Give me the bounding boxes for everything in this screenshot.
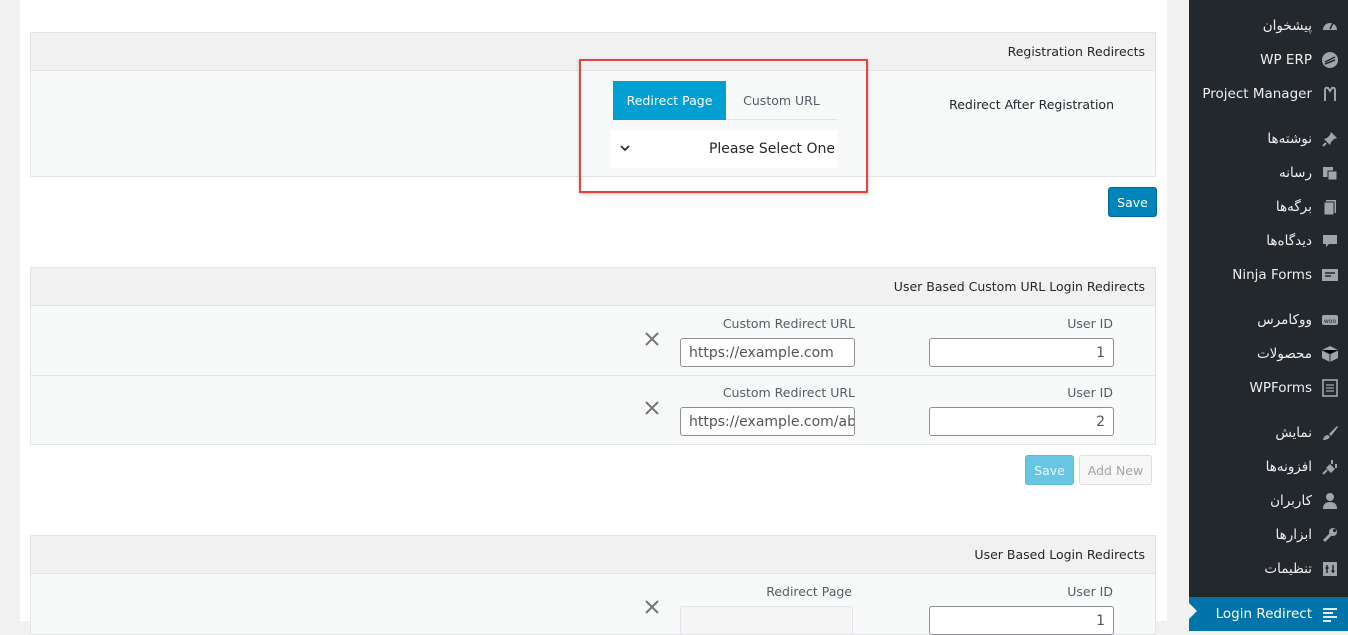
sidebar-item-label: افزونه‌ها [1265,459,1312,475]
pin-icon [1320,129,1340,149]
box-icon [1320,344,1340,364]
user-id-label: User ID [1067,584,1113,599]
table-row: User ID 1 Redirect Page [31,574,1155,635]
sidebar-item-posts[interactable]: نوشته‌ها [1189,122,1348,156]
admin-sidebar: پیشخوان WP ERP Project Manager نوشته‌ها … [1189,0,1348,631]
custom-redirect-url-input[interactable]: https://example.com [680,338,855,367]
redirect-after-registration-label: Redirect After Registration [949,97,1114,112]
erp-icon [1320,50,1340,70]
user-id-input[interactable]: 1 [929,338,1114,367]
wpforms-icon [1320,378,1340,398]
custom-redirect-url-label: Custom Redirect URL [722,316,855,331]
comments-icon [1320,231,1340,251]
save-button[interactable]: Save [1025,455,1074,485]
login-redirects-panel: User Based Login Redirects User ID 1 Red… [30,535,1156,635]
sidebar-item-login-redirect[interactable]: Login Redirect [1189,597,1348,631]
sidebar-item-settings[interactable]: تنظیمات [1189,552,1348,586]
settings-icon [1320,559,1340,579]
sidebar-item-media[interactable]: رسانه [1189,156,1348,190]
sidebar-item-label: Ninja Forms [1232,267,1312,283]
active-menu-arrow [1189,603,1197,619]
remove-icon[interactable] [643,399,661,417]
sidebar-item-label: نمایش [1275,425,1312,441]
sidebar-item-woocommerce[interactable]: ووکامرس woo [1189,303,1348,337]
woo-icon: woo [1320,310,1340,330]
pages-icon [1320,197,1340,217]
sidebar-item-label: ووکامرس [1257,312,1312,328]
sidebar-item-label: ابزارها [1275,527,1312,543]
highlight-box [579,59,868,193]
user-id-label: User ID [1067,385,1113,400]
custom-redirect-url-input[interactable]: https://example.com/abo [680,407,855,436]
sidebar-item-label: تنظیمات [1264,561,1312,577]
panel-title: User Based Custom URL Login Redirects [31,268,1155,306]
forms-icon [1320,265,1340,285]
table-row: User ID 1 Custom Redirect URL https://ex… [31,306,1155,376]
sidebar-item-users[interactable]: کاربران [1189,484,1348,518]
svg-text:woo: woo [1324,318,1337,325]
custom-url-redirects-panel: User Based Custom URL Login Redirects Us… [30,267,1156,445]
user-id-label: User ID [1067,316,1113,331]
panel-title: User Based Login Redirects [31,536,1155,574]
sidebar-item-pages[interactable]: برگه‌ها [1189,190,1348,224]
custom-redirect-url-label: Custom Redirect URL [722,385,855,400]
media-icon [1320,163,1340,183]
user-id-input[interactable]: 2 [929,407,1114,436]
sidebar-item-label: برگه‌ها [1275,199,1312,215]
sidebar-item-label: کاربران [1270,493,1312,509]
sidebar-item-wpforms[interactable]: WPForms [1189,371,1348,405]
sidebar-item-label: WPForms [1249,380,1312,396]
sidebar-item-comments[interactable]: دیدگاه‌ها [1189,224,1348,258]
brush-icon [1320,423,1340,443]
sidebar-item-label: محصولات [1256,346,1312,362]
sidebar-item-wp-erp[interactable]: WP ERP [1189,43,1348,77]
sidebar-item-plugins[interactable]: افزونه‌ها [1189,450,1348,484]
sidebar-item-project-manager[interactable]: Project Manager [1189,77,1348,111]
sidebar-item-label: WP ERP [1260,52,1312,68]
project-manager-icon [1320,84,1340,104]
sidebar-item-label: پیشخوان [1262,18,1312,34]
redirect-page-label: Redirect Page [766,584,852,599]
wrench-icon [1320,525,1340,545]
list-icon [1320,604,1340,624]
sidebar-item-label: Login Redirect [1215,606,1312,622]
remove-icon[interactable] [643,330,661,348]
sidebar-item-label: دیدگاه‌ها [1266,233,1312,249]
table-row: User ID 2 Custom Redirect URL https://ex… [31,375,1155,444]
sidebar-item-label: نوشته‌ها [1267,131,1312,147]
add-new-button[interactable]: Add New [1079,455,1152,485]
sidebar-item-ninja-forms[interactable]: Ninja Forms [1189,258,1348,292]
sidebar-item-dashboard[interactable]: پیشخوان [1189,9,1348,43]
users-icon [1320,491,1340,511]
plugin-icon [1320,457,1340,477]
dashboard-icon [1320,16,1340,36]
save-button[interactable]: Save [1108,187,1157,217]
sidebar-item-label: رسانه [1279,165,1312,181]
sidebar-item-appearance[interactable]: نمایش [1189,416,1348,450]
remove-icon[interactable] [643,598,661,616]
sidebar-item-tools[interactable]: ابزارها [1189,518,1348,552]
sidebar-item-label: Project Manager [1202,86,1312,102]
sidebar-item-products[interactable]: محصولات [1189,337,1348,371]
